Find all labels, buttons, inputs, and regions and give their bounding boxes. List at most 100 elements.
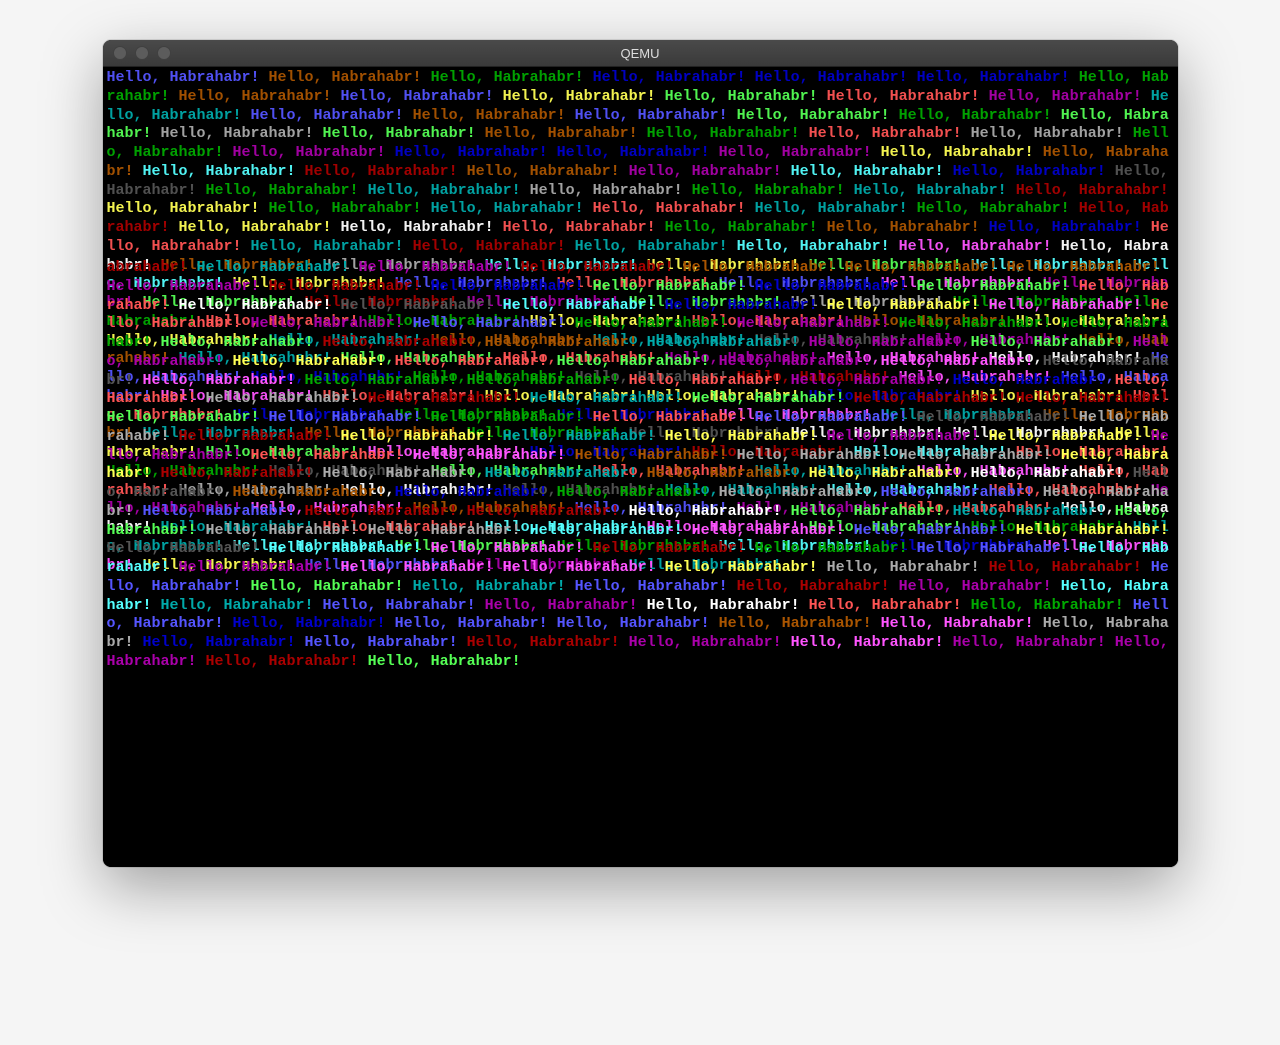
text-segment: Hello, Habrahabr! (143, 634, 305, 651)
text-segment: Hello, Habrahabr! (161, 125, 323, 142)
text-segment: Hello, Habrahabr! (395, 353, 557, 370)
text-segment: Hello, Habrahabr! (899, 578, 1061, 595)
text-segment: Hello, Habrahabr! (647, 125, 809, 142)
text-segment: Hello, Habrahabr! (305, 503, 467, 520)
text-segment: Hello, Habrahabr! (647, 465, 809, 482)
text-segment: Hello, Habrahabr! (809, 597, 971, 614)
text-segment: Hello, Habrahabr! (737, 578, 899, 595)
text-segment: Hello, Habrahabr! (107, 200, 269, 217)
text-segment: Hello, Habrahabr! (143, 163, 305, 180)
text-segment: Hello, Habrahabr! (953, 634, 1115, 651)
text-segment: Hello, Habrahabr! (647, 597, 809, 614)
text-segment: Hello, Habrahabr! (854, 390, 1016, 407)
text-segment: Hello, Habrahabr! (692, 182, 854, 199)
text-segment: Hello, Habrahabr! (323, 597, 485, 614)
text-segment: Hello, Habrahabr! (161, 465, 323, 482)
text-segment: Hello, Habrahabr! (323, 125, 485, 142)
terminal-output: Hello, Habrahabr! Hello, Habrahabr! Hell… (103, 67, 1178, 867)
text-segment: Hello, Habrahabr! (107, 409, 269, 426)
text-segment: Hello, Habrahabr! (143, 372, 305, 389)
text-segment: Hello, Habrahabr! (179, 428, 341, 445)
text-segment: Hello, Habrahabr! (737, 447, 899, 464)
text-segment: Hello, Habrahabr! (755, 278, 917, 295)
text-segment: Hello, Habrahabr! (368, 522, 530, 539)
text-segment: Hello, Habrahabr! (575, 238, 737, 255)
text-segment: Hello, Habrahabr! (917, 409, 1079, 426)
text-segment: Hello, Habrahabr! (341, 559, 503, 576)
text-segment: Hello, Habrahabr! (395, 484, 557, 501)
text-segment: Hello, Habrahabr! (692, 390, 854, 407)
text-segment: Hello, Habrahabr! (755, 69, 917, 86)
text-segment: Hello, Habrahabr! (791, 503, 953, 520)
text-segment: Hello, Habrahabr! (161, 597, 323, 614)
text-layer-front: abrahabr! Hello, Habrahabr! Hello, Habra… (107, 259, 1174, 672)
text-segment: Hello, Habrahabr! (305, 634, 467, 651)
text-segment: Hello, Habrahabr! (359, 259, 521, 276)
text-segment: Hello, Habrahabr! (431, 278, 593, 295)
text-segment: Hello, Habrahabr! (413, 107, 575, 124)
text-segment: Hello, Habrahabr! (989, 88, 1151, 105)
close-icon[interactable] (113, 46, 127, 60)
text-segment: Hello, Habrahabr! (1016, 182, 1178, 199)
text-segment: Hello, Habrahabr! (809, 125, 971, 142)
text-segment: Hello, Habrahabr! (899, 238, 1061, 255)
text-segment: Hello, Habrahabr! (1007, 259, 1169, 276)
text-segment: Hello, Habrahabr! (827, 297, 989, 314)
text-segment: Hello, Habrahabr! (413, 238, 575, 255)
text-segment: Hello, Habrahabr! (1016, 390, 1178, 407)
minimize-icon[interactable] (135, 46, 149, 60)
text-segment: Hello, Habrahabr! (953, 163, 1115, 180)
text-segment: Hello, Habrahabr! (1016, 522, 1178, 539)
text-segment: Hello, Habrahabr! (881, 353, 1043, 370)
text-segment: Hello, Habrahabr! (161, 334, 323, 351)
text-segment: Hello, Habrahabr! (755, 540, 917, 557)
text-segment: Hello, Habrahabr! (503, 219, 665, 236)
text-segment: Hello, Habrahabr! (251, 578, 413, 595)
text-segment: Hello, Habrahabr! (719, 615, 881, 632)
text-segment: Hello, Habrahabr! (341, 88, 503, 105)
text-segment: Hello, Habrahabr! (269, 278, 431, 295)
text-segment: Hello, Habrahabr! (719, 144, 881, 161)
text-segment: Hello, Habrahabr! (179, 559, 341, 576)
text-segment: Hello, Habrahabr! (665, 88, 827, 105)
text-segment: Hello, Habrahabr! (629, 503, 791, 520)
text-segment: Hello, Habrahabr! (251, 315, 413, 332)
text-segment: Hello, Habrahabr! (809, 465, 971, 482)
text-segment: Hello, Habrahabr! (827, 559, 989, 576)
text-segment: Hello, Habrahabr! (413, 315, 575, 332)
text-segment: Hello, Habrahabr! (521, 259, 683, 276)
text-segment: Hello, Habrahabr! (629, 372, 791, 389)
text-segment: Hello, Habrahabr! (233, 144, 395, 161)
text-segment: Hello, Habrahabr! (395, 144, 557, 161)
text-segment: Hello, Habrahabr! (845, 259, 1007, 276)
text-segment: Hello, Habrahabr! (503, 88, 665, 105)
text-segment: Hello, Habrahabr! (251, 107, 413, 124)
text-segment: Hello, Habrahabr! (917, 540, 1079, 557)
text-segment: Hello, Habrahabr! (251, 238, 413, 255)
zoom-icon[interactable] (157, 46, 171, 60)
text-segment: Hello, Habrahabr! (530, 390, 692, 407)
text-segment: Hello, Habrahabr! (881, 144, 1043, 161)
window-title: QEMU (103, 46, 1178, 61)
text-segment: Hello, Habrahabr! (899, 447, 1061, 464)
text-segment: Hello, Habrahabr! (431, 200, 593, 217)
text-segment: Hello, Habrahabr! (179, 88, 341, 105)
text-segment: Hello, Habrahabr! (593, 200, 755, 217)
text-segment: Hello, Habrahabr! (575, 315, 737, 332)
text-segment: Hello, Habrahabr! (341, 428, 503, 445)
text-segment: Hello, Habrahabr! (971, 597, 1133, 614)
text-segment: Hello, Habrahabr! (989, 559, 1151, 576)
text-segment: Hello, Habrahabr! (107, 278, 269, 295)
text-segment: Hello, Habrahabr! (197, 259, 359, 276)
text-segment: Hello, Habrahabr! (395, 615, 557, 632)
text-segment: Hello, Habrahabr! (368, 390, 530, 407)
text-segment: Hello, Habrahabr! (251, 447, 413, 464)
text-segment: Hello, Habrahabr! (179, 297, 341, 314)
titlebar[interactable]: QEMU (103, 40, 1178, 67)
text-segment: Hello, Habrahabr! (269, 409, 431, 426)
text-segment: Hello, Habrahabr! (629, 163, 791, 180)
text-segment: Hello, Habrahabr! (305, 163, 467, 180)
text-segment: Hello, Habrahabr! (665, 559, 827, 576)
text-segment: Hello, Habrahabr! (233, 353, 395, 370)
text-segment: Hello, Habrahabr! (305, 372, 467, 389)
